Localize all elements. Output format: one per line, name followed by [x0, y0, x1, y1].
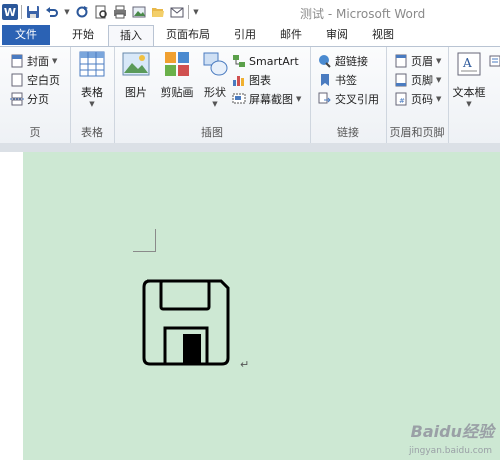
- hyperlink-icon: [319, 55, 331, 68]
- table-button[interactable]: 表格 ▼: [74, 51, 110, 108]
- tab-view[interactable]: 视图: [362, 25, 404, 45]
- print-icon[interactable]: [112, 4, 128, 20]
- group-text: A 文本框 ▼: [448, 47, 500, 143]
- image-icon[interactable]: [131, 4, 147, 20]
- divider: [188, 5, 189, 19]
- header-icon: [395, 54, 407, 68]
- divider: [21, 5, 22, 19]
- screenshot-icon: [232, 93, 246, 104]
- shapes-icon: [203, 52, 228, 76]
- customize-qat-icon[interactable]: ▼: [192, 4, 200, 20]
- clip-art-button[interactable]: 剪贴画: [156, 51, 198, 100]
- word-logo-icon[interactable]: W: [2, 4, 18, 20]
- tab-page-layout[interactable]: 页面布局: [156, 25, 220, 45]
- group-label-header-footer: 页眉和页脚: [389, 126, 445, 139]
- bookmark-button[interactable]: 书签: [318, 71, 357, 89]
- margin-corner-marker: [133, 229, 156, 252]
- group-label-tables: 表格: [81, 126, 103, 139]
- picture-icon: [122, 52, 150, 76]
- window-title: 测试 - Microsoft Word: [300, 7, 426, 21]
- page-number-icon: #: [395, 92, 407, 106]
- tab-mailings[interactable]: 邮件: [270, 25, 312, 45]
- cover-page-button[interactable]: 封面 ▼: [10, 52, 57, 70]
- smartart-button[interactable]: SmartArt: [232, 52, 299, 70]
- blank-page-button[interactable]: 空白页: [10, 71, 60, 89]
- screenshot-button[interactable]: 屏幕截图 ▼: [232, 90, 301, 108]
- undo-icon[interactable]: [44, 4, 60, 20]
- document-page[interactable]: ↵ Baidu经验 jingyan.baidu.com: [23, 152, 500, 460]
- svg-text:A: A: [462, 56, 472, 70]
- title-bar: W ▼ ▼ 测试 - Microsoft Word: [0, 0, 500, 24]
- hyperlink-button[interactable]: 超链接: [318, 52, 368, 70]
- chart-icon: [233, 76, 244, 86]
- tab-references[interactable]: 引用: [224, 25, 266, 45]
- svg-text:#: #: [399, 97, 405, 105]
- header-button[interactable]: 页眉 ▼: [394, 52, 441, 70]
- text-box-icon: A: [457, 52, 481, 76]
- print-preview-icon[interactable]: [93, 4, 109, 20]
- tab-insert[interactable]: 插入: [108, 25, 154, 47]
- group-illustrations: 图片 剪贴画 形状 ▼ SmartArt 图表 屏幕截图 ▼ 插图: [114, 47, 311, 143]
- watermark-brand: Baidu经验: [410, 422, 494, 441]
- page-number-button[interactable]: # 页码 ▼: [394, 90, 441, 108]
- group-label-illustrations: 插图: [201, 126, 223, 139]
- group-header-footer: 页眉 ▼ 页脚 ▼ # 页码 ▼ 页眉和页脚: [386, 47, 449, 143]
- ribbon: 封面 ▼ 空白页 分页 页 表格 ▼ 表格 图片 剪贴画 形状 ▼ SmartA…: [0, 46, 500, 144]
- page-break-button[interactable]: 分页: [10, 90, 49, 108]
- footer-icon: [395, 73, 407, 87]
- email-icon[interactable]: [169, 4, 185, 20]
- floppy-disk-icon[interactable]: [141, 278, 231, 368]
- text-more-icon[interactable]: [488, 52, 500, 70]
- footer-button[interactable]: 页脚 ▼: [394, 71, 441, 89]
- group-label-links: 链接: [337, 126, 359, 139]
- clip-art-icon: [165, 52, 189, 76]
- bookmark-icon: [321, 74, 329, 86]
- cover-page-icon: [11, 54, 23, 68]
- shapes-button[interactable]: 形状 ▼: [200, 51, 230, 108]
- ribbon-tabs: 文件 开始 插入 页面布局 引用 邮件 审阅 视图: [0, 24, 500, 47]
- table-icon: [79, 51, 105, 77]
- document-gutter: [0, 143, 500, 152]
- picture-button[interactable]: 图片: [118, 51, 154, 100]
- tab-home[interactable]: 开始: [60, 25, 106, 45]
- tab-file[interactable]: 文件: [2, 25, 50, 45]
- open-folder-icon[interactable]: [150, 4, 166, 20]
- cross-reference-button[interactable]: 交叉引用: [318, 90, 379, 108]
- tab-review[interactable]: 审阅: [316, 25, 358, 45]
- blank-page-icon: [11, 73, 23, 87]
- save-icon[interactable]: [25, 4, 41, 20]
- group-pages: 封面 ▼ 空白页 分页 页: [0, 47, 71, 143]
- watermark-url: jingyan.baidu.com: [408, 446, 492, 456]
- repeat-icon[interactable]: [74, 4, 90, 20]
- page-break-icon: [10, 92, 24, 106]
- paragraph-mark: ↵: [240, 358, 250, 371]
- cross-reference-icon: [318, 92, 331, 104]
- group-label-pages: 页: [29, 126, 41, 139]
- group-tables: 表格 ▼ 表格: [70, 47, 115, 143]
- undo-dropdown-icon[interactable]: ▼: [63, 4, 71, 20]
- text-box-button[interactable]: A 文本框 ▼: [452, 51, 486, 108]
- smartart-icon: [233, 55, 245, 67]
- quick-access-toolbar: W ▼ ▼: [2, 3, 200, 21]
- group-links: 超链接 书签 交叉引用 链接: [310, 47, 387, 143]
- chart-button[interactable]: 图表: [232, 71, 271, 89]
